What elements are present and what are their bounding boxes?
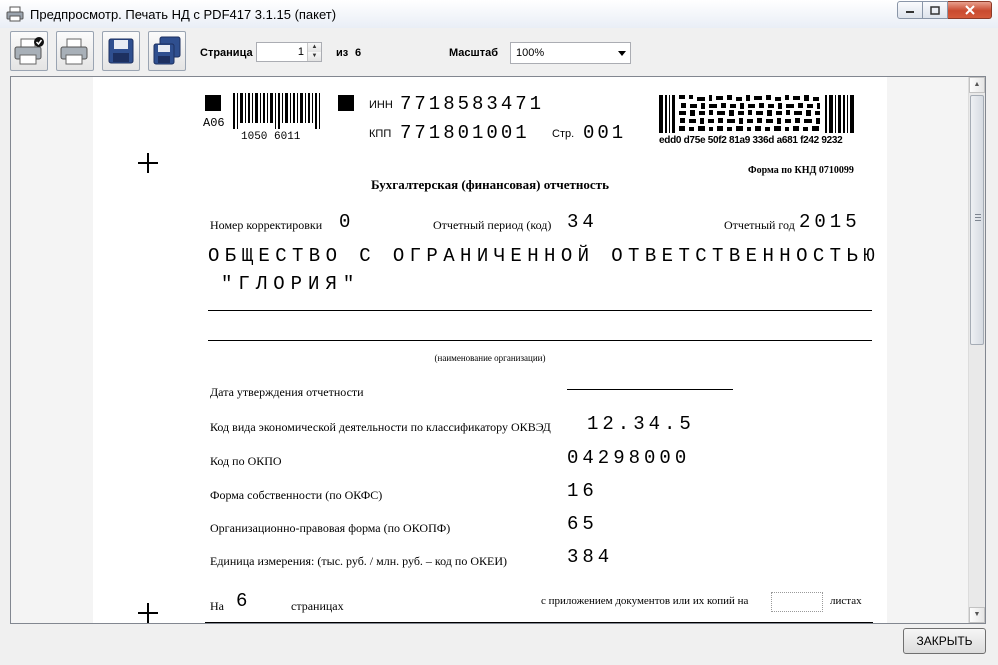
minimize-button[interactable]: [897, 1, 923, 19]
page-stepper[interactable]: ▲ ▼: [256, 42, 322, 62]
pdf417-barcode: [659, 95, 855, 133]
bottom-bar: [0, 624, 998, 665]
year-value: 2015: [799, 211, 861, 233]
pages-prefix: На: [210, 599, 224, 613]
field-value-okfs: 16: [567, 480, 598, 502]
page-margin-right: [887, 77, 969, 623]
marker-square-right: [338, 95, 354, 111]
floppy-disks-icon: [153, 36, 181, 65]
save-all-button[interactable]: [148, 31, 186, 71]
field-value-okei: 384: [567, 546, 614, 568]
grip-line: [975, 214, 981, 215]
close-button[interactable]: ЗАКРЫТЬ: [903, 628, 986, 654]
page-down-icon[interactable]: ▼: [307, 52, 321, 61]
field-value-okved: 12.34.5: [587, 413, 695, 435]
of-label: из: [336, 47, 349, 59]
printer-app-icon: [6, 6, 24, 22]
marker-square-left: [205, 95, 221, 111]
scroll-down-icon[interactable]: ▼: [969, 607, 985, 623]
attachments-prefix: с приложением документов или их копий на: [541, 595, 749, 607]
form-code: Форма по КНД 0710099: [748, 165, 854, 176]
org-name-underline-1: [208, 310, 872, 311]
field-label-okei: Единица измерения: (тыс. руб. / млн. руб…: [210, 554, 507, 568]
scroll-up-icon[interactable]: ▲: [969, 77, 985, 93]
field-label-okpo: Код по ОКПО: [210, 454, 282, 468]
attachments-suffix: листах: [830, 595, 862, 607]
inn-value: 7718583471: [400, 93, 545, 115]
period-label: Отчетный период (код): [433, 218, 552, 232]
printer-check-icon: [14, 37, 44, 65]
total-pages: 6: [355, 47, 362, 59]
zoom-value: 100%: [516, 47, 545, 59]
org-name-caption: (наименование организации): [434, 353, 546, 363]
page-stepper-buttons: ▲ ▼: [307, 43, 321, 61]
pdf417-barcode-icon: [659, 95, 854, 133]
org-name-line2: "ГЛОРИЯ": [221, 273, 361, 295]
page-number-value: 001: [583, 122, 627, 144]
page-number-label: Стр.: [552, 128, 575, 140]
window-title: Предпросмотр. Печать НД с PDF417 3.1.15 …: [30, 7, 337, 22]
zoom-label: Масштаб: [449, 47, 499, 59]
page-margin-left: [11, 77, 93, 623]
crosshair-mark-icon: [138, 153, 158, 173]
document-title: Бухгалтерская (финансовая) отчетность: [371, 177, 609, 192]
page-up-icon[interactable]: ▲: [307, 43, 321, 52]
attachments-count-box: [771, 592, 823, 612]
barcode-number: 1050 6011: [241, 131, 301, 143]
kpp-label: КПП: [369, 128, 392, 140]
print-with-setup-button[interactable]: [10, 31, 48, 71]
field-label-okfs: Форма собственности (по ОКФС): [210, 488, 383, 502]
correction-value: 0: [339, 211, 351, 233]
field-value-okopf: 65: [567, 513, 598, 535]
zoom-select[interactable]: 100%: [510, 42, 631, 64]
toolbar: Страница ▲ ▼ из 6 Масштаб 100%: [0, 28, 998, 76]
vertical-scrollbar[interactable]: ▲ ▼: [968, 77, 985, 623]
approval-date-line: [567, 389, 733, 390]
field-label-approval-date: Дата утверждения отчетности: [210, 385, 364, 399]
printer-icon: [60, 38, 88, 65]
maximize-button[interactable]: [923, 1, 948, 19]
preview-viewport[interactable]: A06 1050 6011 ИНН 7718583471 КПП 7718010…: [10, 76, 986, 624]
close-window-button[interactable]: [948, 1, 992, 19]
correction-label: Номер корректировки: [210, 218, 323, 232]
maximize-icon: [930, 5, 940, 15]
chevron-down-icon: [618, 51, 626, 56]
document-page: A06 1050 6011 ИНН 7718583471 КПП 7718010…: [93, 77, 887, 623]
year-label: Отчетный год: [724, 218, 795, 232]
crosshair-mark-icon: [138, 603, 158, 623]
floppy-disk-icon: [108, 38, 134, 64]
pages-suffix: страницах: [291, 599, 344, 613]
close-icon: [964, 5, 975, 15]
barcode-code: A06: [203, 116, 225, 130]
print-button[interactable]: [56, 31, 94, 71]
page-bottom-divider: [205, 622, 873, 623]
inn-label: ИНН: [369, 99, 393, 111]
minimize-icon: [906, 11, 914, 13]
pages-value: 6: [236, 590, 248, 612]
field-label-okopf: Организационно-правовая форма (по ОКОПФ): [210, 521, 451, 535]
scroll-thumb[interactable]: [970, 95, 984, 345]
pdf417-caption: edd0 d75e 50f2 81a9 336d a681 f242 9232: [659, 135, 843, 146]
grip-line: [975, 220, 981, 221]
window-controls: [897, 1, 992, 21]
kpp-value: 771801001: [400, 122, 530, 144]
page-input[interactable]: [257, 43, 307, 61]
page-label: Страница: [200, 47, 253, 59]
field-value-okpo: 04298000: [567, 447, 691, 469]
linear-barcode-icon: [233, 93, 320, 129]
save-button[interactable]: [102, 31, 140, 71]
field-label-okved: Код вида экономической деятельности по к…: [210, 420, 551, 434]
grip-line: [975, 217, 981, 218]
title-bar: Предпросмотр. Печать НД с PDF417 3.1.15 …: [0, 0, 998, 29]
org-name-underline-2: [208, 340, 872, 341]
org-name-line1: ОБЩЕСТВО С ОГРАНИЧЕННОЙ ОТВЕТСТВЕННОСТЬЮ: [208, 245, 881, 267]
period-value: 34: [567, 211, 598, 233]
